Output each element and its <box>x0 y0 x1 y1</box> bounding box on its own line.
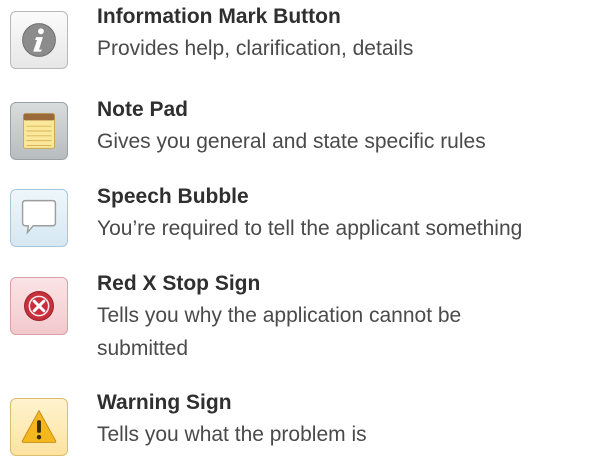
legend-item-text: Red X Stop Sign Tells you why the applic… <box>97 269 587 365</box>
icon-legend: Information Mark Button Provides help, c… <box>0 0 595 456</box>
legend-item-description: Provides help, clarification, details <box>97 37 414 60</box>
notepad-icon <box>10 102 68 160</box>
legend-item-description-line2: submitted <box>97 337 189 360</box>
legend-item-description: Tells you what the problem is <box>97 423 367 446</box>
warning-icon <box>10 398 68 456</box>
legend-item-text: Note Pad Gives you general and state spe… <box>97 95 587 158</box>
legend-item-description: You’re required to tell the applicant so… <box>97 217 523 240</box>
legend-item-description: Gives you general and state specific rul… <box>97 130 486 153</box>
legend-item-title: Red X Stop Sign <box>97 272 261 295</box>
legend-item-title: Note Pad <box>97 98 189 121</box>
legend-item-title: Warning Sign <box>97 391 232 414</box>
speech-bubble-icon <box>10 189 68 247</box>
information-icon <box>10 11 68 69</box>
legend-item-title: Speech Bubble <box>97 185 249 208</box>
legend-item-text: Speech Bubble You’re required to tell th… <box>97 182 587 245</box>
red-x-stop-icon <box>10 277 68 335</box>
legend-item-title: Information Mark Button <box>97 5 341 28</box>
legend-item-description-line1: Tells you why the application cannot be <box>97 304 462 327</box>
legend-item-text: Information Mark Button Provides help, c… <box>97 2 587 65</box>
legend-item-text: Warning Sign Tells you what the problem … <box>97 388 587 451</box>
